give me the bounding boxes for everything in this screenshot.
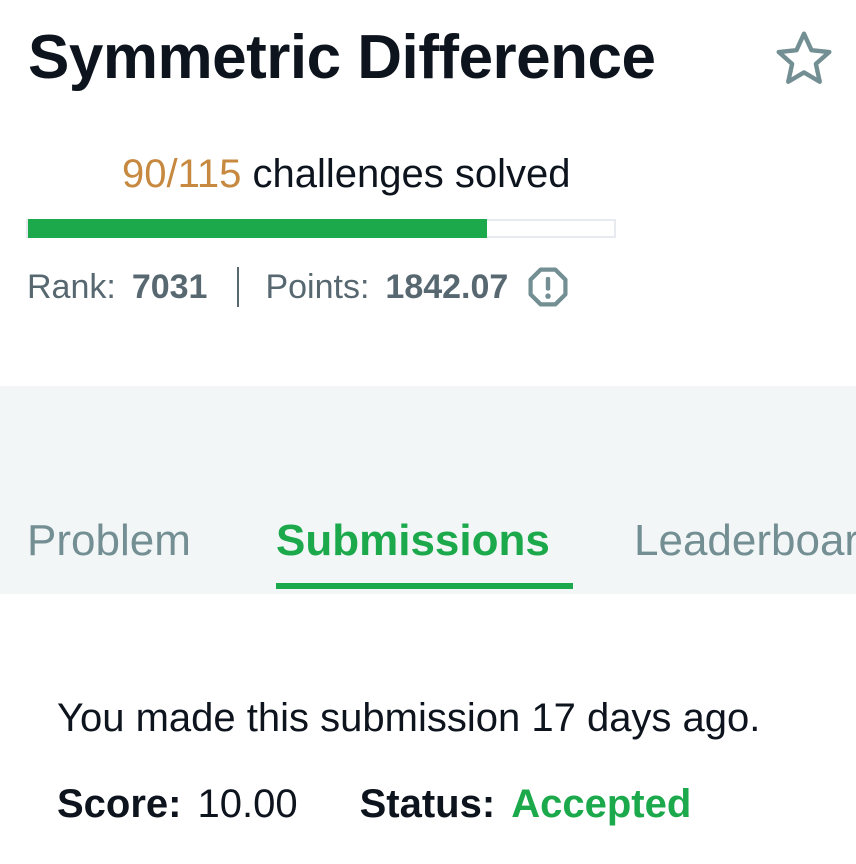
- tab-submissions[interactable]: Submissions: [276, 516, 550, 566]
- progress-bar: [26, 219, 616, 238]
- points-value: 1842.07: [385, 267, 509, 306]
- rank-points-row: Rank: 7031 Points: 1842.07: [27, 264, 570, 310]
- score-label: Score:: [57, 782, 182, 826]
- tabs-bar: [0, 386, 856, 600]
- tab-problem[interactable]: Problem: [27, 516, 191, 566]
- rank-value: 7031: [131, 267, 208, 306]
- progress-bar-fill: [28, 219, 487, 238]
- page-title: Symmetric Difference: [28, 23, 656, 92]
- status-value: Accepted: [511, 782, 692, 826]
- stats-divider: [237, 267, 240, 307]
- active-tab-underline: [276, 583, 573, 589]
- exclamation-circle-icon[interactable]: [526, 265, 570, 309]
- status-label: Status:: [359, 782, 496, 826]
- points-label: Points:: [265, 267, 370, 306]
- score-value: 10.00: [197, 782, 298, 826]
- solved-label: challenges solved: [252, 152, 571, 196]
- submission-result-row: Score: 10.00 Status: Accepted: [57, 782, 691, 827]
- tab-leaderboard[interactable]: Leaderboard: [634, 516, 856, 566]
- challenges-solved-text: 90/115 challenges solved: [122, 152, 571, 197]
- star-icon[interactable]: [773, 28, 835, 90]
- tabs-bar-bottom-edge: [0, 594, 856, 600]
- solved-count: 90/115: [122, 152, 242, 196]
- submission-age-text: You made this submission 17 days ago.: [57, 696, 761, 740]
- rank-label: Rank:: [27, 267, 116, 306]
